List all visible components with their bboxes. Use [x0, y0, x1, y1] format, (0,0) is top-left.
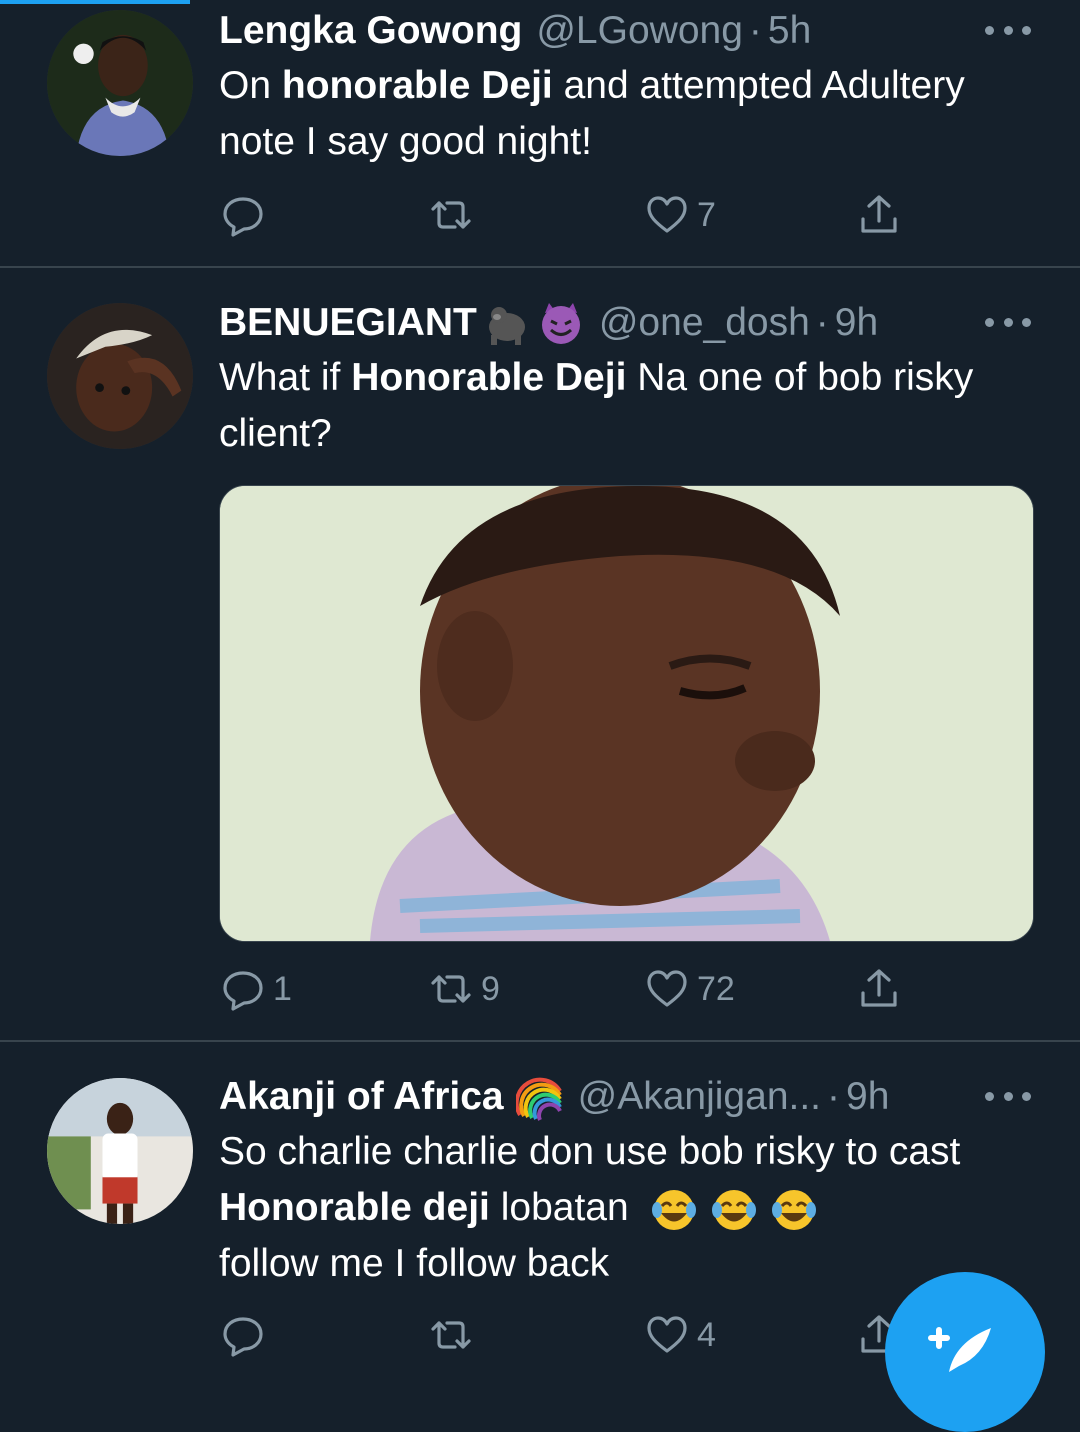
retweet-button[interactable]: 9: [427, 964, 500, 1014]
avatar-man-bleached-hair: [47, 303, 193, 449]
share-button[interactable]: [855, 964, 903, 1014]
heart-icon: [647, 196, 687, 233]
compose-tweet-button[interactable]: [885, 1272, 1045, 1432]
side-eye-child-meme-image: [220, 486, 1033, 941]
tweet-header: Akanji of Africa @Akanjigan... · 9h: [219, 1072, 889, 1122]
display-name[interactable]: Akanji of Africa: [219, 1075, 504, 1119]
tweet-actions: 1 9 72: [219, 964, 919, 1014]
more-options-icon[interactable]: [985, 20, 1031, 40]
avatar-man-outdoors: [47, 1078, 193, 1224]
retweet-count: 9: [481, 969, 500, 1008]
heart-icon: [647, 1316, 687, 1353]
reply-icon: [223, 1317, 263, 1357]
avatar[interactable]: [47, 303, 193, 449]
separator-dot: ·: [827, 1075, 841, 1118]
tweet-lengka-gowong[interactable]: Lengka Gowong @LGowong · 5h On honorable…: [0, 0, 1080, 268]
tweet-text: On honorable Deji and attempted Adultery…: [219, 58, 1019, 170]
retweet-button[interactable]: [427, 190, 481, 240]
display-name[interactable]: BENUEGIANT: [219, 301, 477, 345]
like-count: 4: [697, 1315, 716, 1354]
smiling-imp-emoji-icon: [537, 299, 585, 347]
more-options-icon[interactable]: [985, 312, 1031, 332]
reply-button[interactable]: [219, 1310, 273, 1360]
tweet-time[interactable]: 5h: [768, 9, 811, 53]
separator-dot: ·: [815, 301, 829, 344]
highlighted-term: Honorable deji: [219, 1186, 490, 1229]
avatar-man-green-background: [47, 10, 193, 156]
face-with-tears-of-joy-emoji-icon: [710, 1186, 758, 1234]
like-button[interactable]: 4: [643, 1310, 716, 1360]
tweet-time[interactable]: 9h: [835, 301, 878, 345]
tweet-time[interactable]: 9h: [846, 1075, 889, 1119]
share-icon: [861, 195, 897, 233]
like-button[interactable]: 7: [643, 190, 716, 240]
gorilla-emoji-icon: [483, 299, 531, 347]
reply-icon: [223, 197, 263, 237]
heart-icon: [647, 970, 687, 1007]
face-with-tears-of-joy-emoji-icon: [650, 1186, 698, 1234]
more-options-icon[interactable]: [985, 1086, 1031, 1106]
avatar[interactable]: [47, 1078, 193, 1224]
like-count: 72: [697, 969, 735, 1008]
tweet-benuegiant[interactable]: BENUEGIANT @one_dosh · 9h What if Honora…: [0, 268, 1080, 1040]
avatar[interactable]: [47, 10, 193, 156]
text-segment: So charlie charlie don use bob risky to …: [219, 1130, 961, 1173]
like-count: 7: [697, 195, 716, 234]
tweet-text: So charlie charlie don use bob risky to …: [219, 1124, 1019, 1292]
reply-icon: [223, 971, 263, 1011]
retweet-icon: [431, 201, 471, 229]
tweet-actions: 4: [219, 1310, 919, 1360]
tweet-text: What if Honorable Deji Na one of bob ris…: [219, 350, 1019, 462]
rainbow-emoji-icon: [515, 1073, 564, 1121]
highlighted-term: Honorable Deji: [351, 356, 627, 399]
face-with-tears-of-joy-emoji-icon: [770, 1186, 818, 1234]
user-handle[interactable]: @LGowong: [536, 9, 743, 53]
text-segment: What if: [219, 356, 352, 399]
text-segment: On: [219, 64, 282, 107]
retweet-button[interactable]: [427, 1310, 481, 1360]
tweet-media-image[interactable]: [219, 485, 1034, 942]
reply-button[interactable]: [219, 190, 273, 240]
text-segment: follow me I follow back: [219, 1242, 610, 1285]
compose-tweet-icon: [928, 1327, 991, 1372]
user-handle[interactable]: @one_dosh: [599, 301, 810, 345]
reply-button[interactable]: 1: [219, 964, 292, 1014]
highlighted-term: honorable Deji: [281, 64, 553, 107]
tweet-header: BENUEGIANT @one_dosh · 9h: [219, 298, 878, 348]
reply-count: 1: [273, 969, 292, 1008]
share-button[interactable]: [855, 190, 903, 240]
share-icon: [861, 969, 897, 1007]
tweet-header: Lengka Gowong @LGowong · 5h: [219, 6, 811, 56]
like-button[interactable]: 72: [643, 964, 735, 1014]
user-handle[interactable]: @Akanjigan...: [578, 1075, 821, 1119]
display-name[interactable]: Lengka Gowong: [219, 9, 522, 53]
retweet-icon: [431, 1321, 471, 1349]
text-segment: lobatan: [489, 1186, 629, 1229]
tweet-actions: 7: [219, 190, 919, 240]
retweet-icon: [431, 975, 471, 1003]
separator-dot: ·: [748, 9, 762, 52]
